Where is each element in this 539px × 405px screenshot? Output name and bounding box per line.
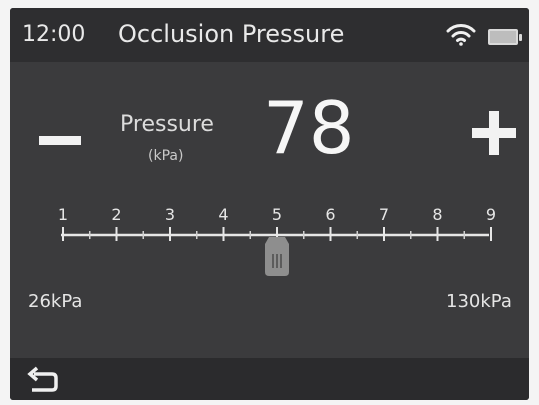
- scale-tick-label: 7: [379, 205, 389, 224]
- clock: 12:00: [22, 22, 86, 47]
- scale-tick-label: 3: [165, 205, 175, 224]
- pressure-label: Pressure: [120, 112, 214, 137]
- slider-handle[interactable]: [265, 237, 289, 276]
- status-bar: 12:00 Occlusion Pressure: [10, 8, 529, 62]
- range-min-label: 26kPa: [28, 291, 83, 312]
- scale-tick-label: 5: [272, 205, 282, 224]
- screen-title: Occlusion Pressure: [118, 20, 345, 48]
- pressure-slider[interactable]: 1 2 3 4 5 6 7 8 9: [54, 194, 504, 284]
- range-max-label: 130kPa: [446, 291, 512, 312]
- battery-icon: [488, 29, 522, 45]
- scale-tick-label: 1: [58, 205, 68, 224]
- minus-icon: [39, 135, 81, 145]
- decrease-pressure-button[interactable]: [34, 116, 86, 164]
- wifi-icon: [446, 24, 476, 46]
- pressure-value: 78: [263, 86, 355, 170]
- bottom-bar: [10, 358, 529, 400]
- back-arrow-icon[interactable]: [26, 366, 60, 394]
- scale-tick-label: 2: [111, 205, 121, 224]
- scale-tick-label: 9: [486, 205, 496, 224]
- increase-pressure-button[interactable]: [468, 108, 520, 160]
- device-screen: 12:00 Occlusion Pressure Pressure (kPa) …: [10, 8, 529, 400]
- scale-tick-label: 4: [218, 205, 228, 224]
- scale-tick-label: 8: [432, 205, 442, 224]
- pressure-unit: (kPa): [148, 148, 184, 164]
- scale-tick-label: 6: [325, 205, 335, 224]
